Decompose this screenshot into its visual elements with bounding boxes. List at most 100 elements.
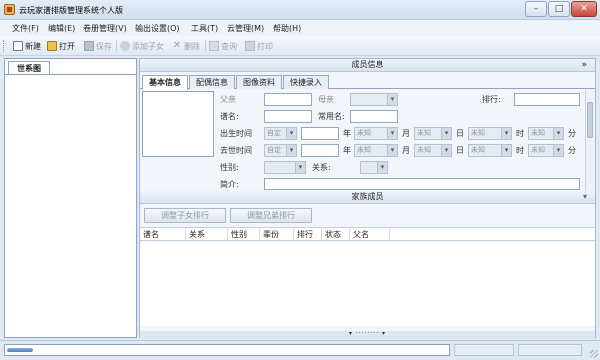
add-child-button[interactable]: 添加子女 [120, 39, 164, 53]
relation-label: 关系: [312, 163, 331, 172]
title-bar: 云玩家谱排版管理系统个人版 – □ ✕ [0, 0, 600, 20]
new-file-icon [13, 41, 23, 51]
progress-fill [7, 348, 33, 352]
query-label: 查询 [221, 41, 237, 51]
status-bar [0, 340, 600, 360]
mother-label: 母亲 [318, 95, 334, 104]
mother-select[interactable] [350, 93, 398, 106]
death-time-label: 去世时间 [220, 146, 252, 155]
resize-grip-icon[interactable] [590, 350, 598, 358]
family-members-header: 家族成员 ▾ [140, 191, 595, 204]
splitter-handle[interactable]: ▾ ········ ▾ [140, 331, 595, 338]
relation-select[interactable] [360, 161, 388, 174]
tab-basic-info[interactable]: 基本信息 [142, 75, 188, 90]
death-year-field[interactable] [301, 144, 339, 157]
birth-hour-select[interactable]: 未知 [528, 127, 564, 140]
birth-year-unknown-select[interactable]: 未知 [354, 127, 398, 140]
adjust-children-rank-button[interactable]: 调整子女排行 [144, 208, 226, 223]
birth-year-field[interactable] [301, 127, 339, 140]
menu-file[interactable]: 文件(F) [12, 23, 39, 34]
rank-field[interactable] [514, 93, 580, 106]
save-button[interactable]: 保存 [84, 39, 112, 53]
query-icon [209, 41, 219, 51]
family-table-body[interactable] [140, 242, 595, 326]
column-header[interactable]: 性别 [228, 228, 260, 241]
year-unit: 年 [343, 146, 351, 155]
toolbar-separator [205, 40, 206, 52]
print-label: 打印 [257, 41, 273, 51]
column-header[interactable]: 父名 [350, 228, 390, 241]
day-unit: 日 [456, 129, 464, 138]
print-button[interactable]: 打印 [245, 39, 273, 53]
birth-calendar-select[interactable]: 自定 [264, 127, 297, 140]
member-tabs: 基本信息 配偶信息 图像资料 快捷录入 [140, 73, 595, 90]
collapse-icon[interactable]: » [581, 59, 587, 71]
window-title: 云玩家谱排版管理系统个人版 [19, 6, 123, 15]
birth-month-select[interactable]: 未知 [414, 127, 452, 140]
menu-volume[interactable]: 卷册管理(V) [83, 23, 127, 34]
gender-select[interactable] [264, 161, 306, 174]
birth-day-select[interactable]: 未知 [468, 127, 512, 140]
death-calendar-select[interactable]: 自定 [264, 144, 297, 157]
toolbar: 新建 打开 保存 添加子女 ✕ 删除 查询 打印 [0, 36, 600, 56]
query-button[interactable]: 查询 [209, 39, 237, 53]
common-name-field[interactable] [350, 110, 398, 123]
day-unit: 日 [456, 146, 464, 155]
lineage-panel: 世系图 [4, 58, 137, 338]
genealogy-name-field[interactable] [264, 110, 312, 123]
column-header[interactable]: 谱名 [140, 228, 186, 241]
delete-icon: ✕ [172, 40, 182, 51]
new-button[interactable]: 新建 [13, 39, 41, 53]
month-unit: 月 [402, 146, 410, 155]
family-actions: 调整子女排行 调整兄弟排行 [140, 205, 595, 225]
column-header[interactable]: 辈份 [260, 228, 294, 241]
save-label: 保存 [96, 41, 112, 51]
birth-time-label: 出生时间 [220, 129, 252, 138]
column-header[interactable]: 关系 [186, 228, 228, 241]
delete-button[interactable]: ✕ 删除 [172, 39, 200, 53]
toolbar-separator [116, 40, 117, 52]
death-month-select[interactable]: 未知 [414, 144, 452, 157]
column-header[interactable]: 状态 [322, 228, 350, 241]
adjust-siblings-rank-button[interactable]: 调整兄弟排行 [230, 208, 312, 223]
death-hour-select[interactable]: 未知 [528, 144, 564, 157]
brief-field[interactable] [264, 178, 580, 190]
menu-help[interactable]: 帮助(H) [273, 23, 301, 34]
gender-label: 性别: [220, 163, 239, 172]
status-panel [518, 344, 582, 356]
chevron-down-icon[interactable]: ▾ [583, 191, 587, 203]
minimize-button[interactable]: – [525, 1, 547, 17]
new-label: 新建 [25, 41, 41, 51]
menu-edit[interactable]: 编辑(E) [48, 23, 75, 34]
menu-cloud[interactable]: 云管理(M) [227, 23, 264, 34]
member-info-title: 成员信息 [351, 60, 384, 69]
delete-label: 删除 [184, 41, 200, 51]
add-child-icon [120, 41, 130, 51]
member-panel: 成员信息 » 基本信息 配偶信息 图像资料 快捷录入 父亲 母亲 排行: 谱名:… [139, 58, 596, 338]
tab-lineage-chart[interactable]: 世系图 [8, 61, 50, 75]
father-field[interactable] [264, 93, 312, 106]
death-year-unknown-select[interactable]: 未知 [354, 144, 398, 157]
open-button[interactable]: 打开 [47, 39, 75, 53]
tab-image-data[interactable]: 图像资料 [236, 75, 282, 89]
basic-info-form: 父亲 母亲 排行: 谱名: 常用名: 出生时间 自定 年 未知 月 未知 日 未… [140, 90, 595, 191]
close-button[interactable]: ✕ [571, 1, 597, 17]
father-label: 父亲 [220, 95, 236, 104]
toolbar-grip[interactable] [3, 40, 5, 52]
menu-tools[interactable]: 工具(T) [191, 23, 218, 34]
menu-output[interactable]: 输出设置(O) [135, 23, 180, 34]
progress-bar [4, 344, 450, 356]
scrollbar-thumb[interactable] [587, 102, 593, 138]
print-icon [245, 41, 255, 51]
tab-spouse-info[interactable]: 配偶信息 [189, 75, 235, 89]
form-scrollbar[interactable] [585, 90, 594, 191]
folder-icon [47, 41, 57, 51]
minute-unit: 分 [568, 146, 576, 155]
open-label: 打开 [59, 41, 75, 51]
column-header[interactable]: 排行 [294, 228, 322, 241]
death-day-select[interactable]: 未知 [468, 144, 512, 157]
genealogy-name-label: 谱名: [220, 112, 239, 121]
tab-divider [5, 74, 136, 75]
maximize-button[interactable]: □ [548, 1, 570, 17]
tab-quick-entry[interactable]: 快捷录入 [283, 75, 329, 89]
